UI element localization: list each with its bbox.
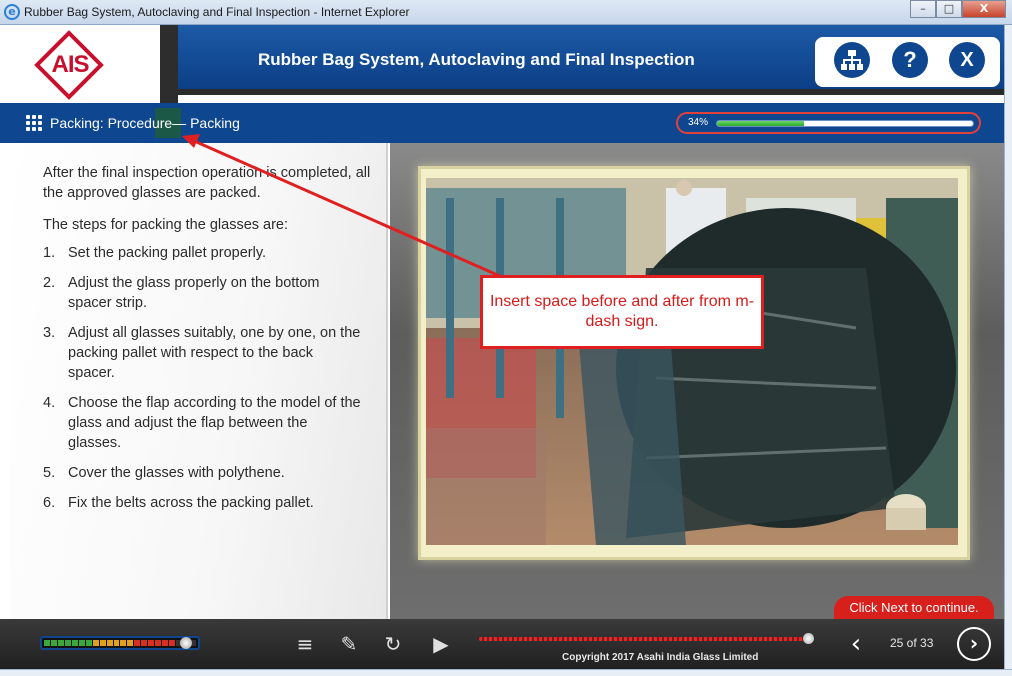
volume-knob[interactable] xyxy=(180,637,192,649)
step-item: 3. Adjust all glasses suitably, one by on… xyxy=(43,323,363,383)
steps-heading: The steps for packing the glasses are: xyxy=(43,217,289,233)
volume-segment xyxy=(64,640,71,646)
volume-segment xyxy=(169,640,176,646)
volume-segment xyxy=(120,640,127,646)
step-text: Fix the belts across the packing pallet. xyxy=(68,495,314,511)
logo-panel: AIS xyxy=(0,25,160,103)
play-icon[interactable]: ▶ xyxy=(428,631,454,657)
menu-grid-icon[interactable] xyxy=(26,115,42,131)
breadcrumb: Packing: Procedure— Packing xyxy=(50,115,240,131)
progress-track xyxy=(716,120,974,127)
warehouse-scene-image xyxy=(426,178,958,545)
transcript-icon[interactable]: ≡ xyxy=(292,631,318,657)
internet-explorer-icon: e xyxy=(4,4,20,20)
text-panel: After the final inspection operation is … xyxy=(10,143,388,619)
volume-segment xyxy=(50,640,57,646)
volume-segment xyxy=(162,640,169,646)
window-close-button[interactable]: X xyxy=(962,0,1006,18)
progress-percent: 34% xyxy=(688,117,709,128)
window-controls: – □ X xyxy=(910,0,1006,18)
volume-segment xyxy=(71,640,78,646)
step-text: Adjust the glass properly on the bottom … xyxy=(68,275,320,311)
volume-segment xyxy=(57,640,64,646)
volume-segment xyxy=(85,640,92,646)
volume-segment xyxy=(127,640,134,646)
window-border-bottom xyxy=(0,669,1012,676)
step-number: 3. xyxy=(43,325,56,341)
volume-segment xyxy=(155,640,162,646)
volume-slider[interactable] xyxy=(40,636,200,650)
next-hint-banner: Click Next to continue. xyxy=(834,596,994,620)
step-number: 5. xyxy=(43,465,56,481)
volume-segment xyxy=(106,640,113,646)
replay-icon[interactable]: ↻ xyxy=(380,631,406,657)
exit-button[interactable]: X xyxy=(949,42,985,78)
step-number: 4. xyxy=(43,395,56,411)
step-text: Set the packing pallet properly. xyxy=(68,245,267,261)
step-item: 5. Cover the glasses with polythene. xyxy=(43,463,363,483)
course-progress: 34% xyxy=(676,112,981,134)
previous-button[interactable]: ‹ xyxy=(844,631,868,657)
step-item: 4. Choose the flap according to the model… xyxy=(43,393,363,453)
volume-segment xyxy=(148,640,155,646)
step-text: Adjust all glasses suitably, one by one,… xyxy=(68,325,361,381)
step-text: Cover the glasses with polythene. xyxy=(68,465,285,481)
volume-segment xyxy=(134,640,141,646)
seek-bar[interactable] xyxy=(479,637,809,641)
volume-segment xyxy=(44,640,50,646)
step-number: 2. xyxy=(43,275,56,291)
window-title: Rubber Bag System, Autoclaving and Final… xyxy=(24,5,410,19)
progress-fill xyxy=(717,121,805,126)
course-player: e Rubber Bag System, Autoclaving and Fin… xyxy=(0,0,1012,676)
volume-segment xyxy=(99,640,106,646)
ais-logo: AIS xyxy=(51,51,89,78)
step-text: Choose the flap according to the model o… xyxy=(68,395,361,451)
step-number: 6. xyxy=(43,495,56,511)
step-item: 1. Set the packing pallet properly. xyxy=(43,243,363,263)
sitemap-button[interactable] xyxy=(834,42,870,78)
player-footer: ≡ ✎ ↻ ▶ Copyright 2017 Asahi India Glass… xyxy=(0,619,1004,669)
notes-pencil-icon[interactable]: ✎ xyxy=(336,631,362,657)
course-title: Rubber Bag System, Autoclaving and Final… xyxy=(258,50,695,69)
next-button[interactable]: › xyxy=(957,627,991,661)
intro-paragraph: After the final inspection operation is … xyxy=(43,165,371,201)
page-counter: 25 of 33 xyxy=(890,636,934,650)
maximize-button[interactable]: □ xyxy=(936,0,962,18)
step-item: 2. Adjust the glass properly on the botto… xyxy=(43,273,363,313)
review-annotation: Insert space before and after from m-das… xyxy=(480,275,764,349)
minimize-button[interactable]: – xyxy=(910,0,936,18)
step-item: 6. Fix the belts across the packing palle… xyxy=(43,493,363,513)
help-button[interactable]: ? xyxy=(892,42,928,78)
sub-navigation-bar: Packing: Procedure— Packing 34% xyxy=(0,103,1004,143)
step-number: 1. xyxy=(43,245,56,261)
volume-segment xyxy=(92,640,99,646)
volume-segment xyxy=(141,640,148,646)
browser-title-bar: e Rubber Bag System, Autoclaving and Fin… xyxy=(0,0,1012,25)
volume-segment xyxy=(78,640,85,646)
window-border-right xyxy=(1004,25,1012,676)
copyright-text: Copyright 2017 Asahi India Glass Limited xyxy=(562,652,759,663)
packing-illustration xyxy=(426,178,958,545)
sitemap-icon xyxy=(841,50,863,70)
volume-segment xyxy=(113,640,120,646)
steps-list: 1. Set the packing pallet properly. 2. Adj… xyxy=(43,243,363,523)
seek-knob[interactable] xyxy=(803,633,814,644)
